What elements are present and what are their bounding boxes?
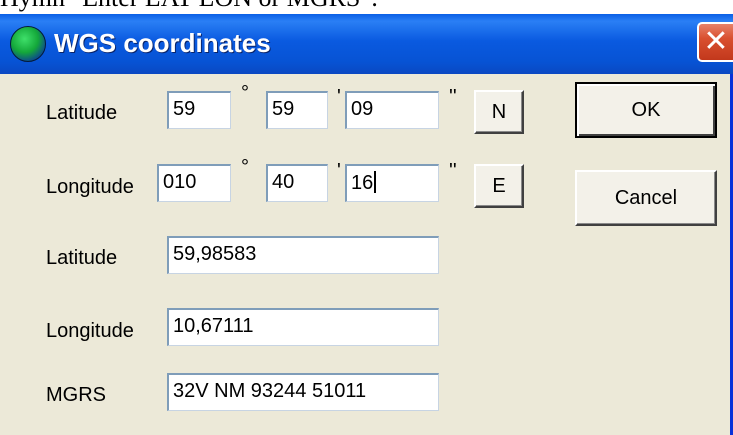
longitude-degrees-input[interactable]: 010 — [157, 164, 231, 202]
title-bar[interactable]: WGS coordinates ✕ — [0, 14, 733, 74]
latitude-minute-symbol: ' — [337, 86, 341, 108]
wgs-coordinates-dialog: WGS coordinates ✕ Latitude 59 ° 59 ' 09 … — [0, 14, 733, 435]
longitude-minute-symbol: ' — [337, 160, 341, 182]
latitude-hemisphere-button[interactable]: N — [474, 90, 524, 134]
close-icon: ✕ — [703, 25, 729, 58]
globe-icon — [10, 26, 46, 62]
decimal-latitude-label: Latitude — [46, 247, 118, 269]
window-title: WGS coordinates — [54, 28, 271, 58]
cancel-button[interactable]: Cancel — [575, 170, 717, 226]
decimal-latitude-input[interactable]: 59,98583 — [167, 236, 439, 274]
mgrs-label: MGRS — [46, 384, 106, 406]
latitude-seconds-input[interactable]: 09 — [345, 91, 439, 129]
longitude-seconds-value: 16 — [351, 172, 374, 194]
longitude-degree-symbol: ° — [241, 156, 249, 178]
decimal-longitude-label: Longitude — [46, 320, 134, 342]
longitude-second-symbol: '' — [449, 160, 457, 182]
latitude-degree-symbol: ° — [241, 82, 249, 104]
dms-longitude-label: Longitude — [46, 176, 134, 198]
longitude-minutes-input[interactable]: 40 — [266, 164, 328, 202]
dms-latitude-label: Latitude — [46, 102, 118, 124]
background-caption: Hymn "Enter LAT LON or MGRS": — [0, 0, 733, 14]
decimal-longitude-input[interactable]: 10,67111 — [167, 308, 439, 346]
latitude-minutes-input[interactable]: 59 — [266, 91, 328, 129]
latitude-second-symbol: '' — [449, 86, 457, 108]
longitude-seconds-input[interactable]: 16 — [345, 164, 439, 202]
longitude-hemisphere-button[interactable]: E — [474, 164, 524, 208]
latitude-degrees-input[interactable]: 59 — [167, 91, 231, 129]
close-button[interactable]: ✕ — [697, 22, 733, 62]
text-caret — [374, 171, 377, 193]
mgrs-input[interactable]: 32V NM 93244 51011 — [167, 373, 439, 411]
ok-button[interactable]: OK — [575, 82, 717, 138]
